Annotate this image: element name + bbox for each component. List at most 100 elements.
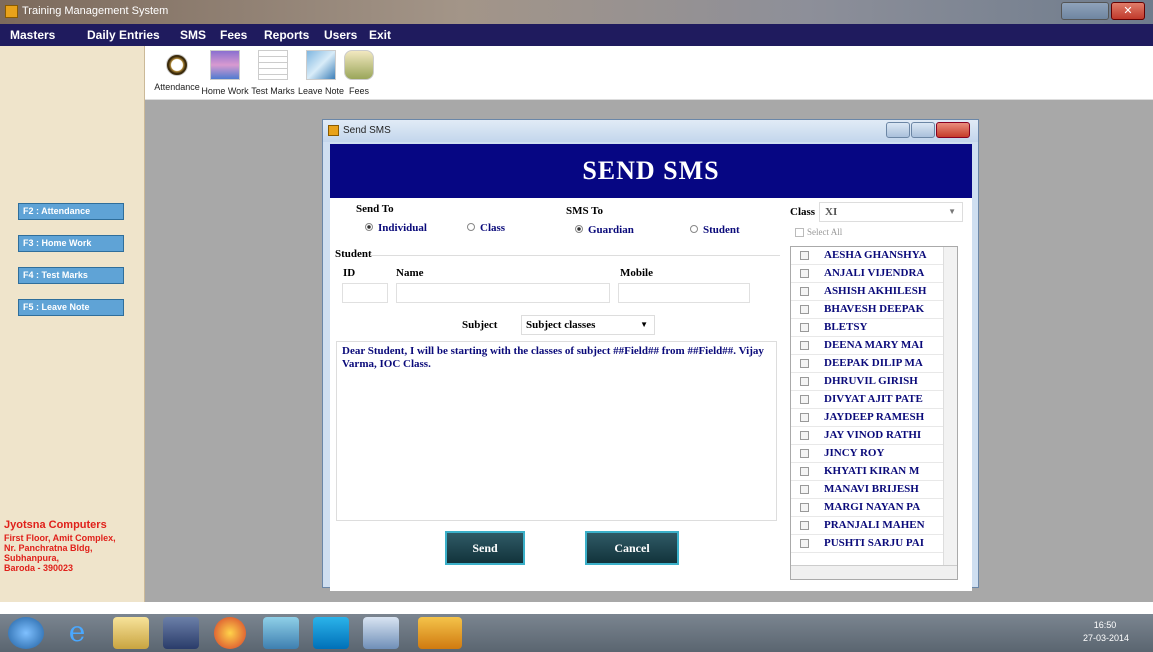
list-item[interactable]: DEENA MARY MAI bbox=[791, 337, 957, 355]
toolbar-leave-note[interactable]: Leave Note bbox=[297, 50, 345, 96]
window-app-icon[interactable] bbox=[363, 617, 399, 649]
class-label: Class bbox=[790, 206, 816, 218]
student-checkbox[interactable] bbox=[800, 269, 809, 278]
subject-value: Subject classes bbox=[526, 319, 596, 331]
f3-home-work-button[interactable]: F3 : Home Work bbox=[18, 235, 124, 252]
student-checkbox[interactable] bbox=[800, 305, 809, 314]
chevron-down-icon: ▼ bbox=[640, 320, 648, 329]
mobile-label: Mobile bbox=[620, 267, 653, 279]
ie-icon[interactable]: e bbox=[60, 617, 94, 649]
sms-form: Send To Individual Class SMS To Guardian… bbox=[330, 198, 783, 591]
chevron-down-icon: ▼ bbox=[948, 207, 956, 216]
cancel-button[interactable]: Cancel bbox=[585, 531, 679, 565]
student-checkbox[interactable] bbox=[800, 467, 809, 476]
list-item[interactable]: JAYDEEP RAMESH bbox=[791, 409, 957, 427]
checkbox-box bbox=[795, 228, 804, 238]
class-select[interactable]: XI ▼ bbox=[819, 202, 963, 222]
send-button[interactable]: Send bbox=[445, 531, 525, 565]
horizontal-scrollbar[interactable] bbox=[791, 565, 957, 579]
list-item[interactable]: KHYATI KIRAN M bbox=[791, 463, 957, 481]
vertical-scrollbar[interactable] bbox=[943, 247, 957, 565]
list-item[interactable]: ASHISH AKHILESH bbox=[791, 283, 957, 301]
list-item[interactable]: JINCY ROY bbox=[791, 445, 957, 463]
f2-attendance-button[interactable]: F2 : Attendance bbox=[18, 203, 124, 220]
dialog-titlebar: Send SMS bbox=[323, 120, 978, 142]
radio-guardian[interactable]: Guardian bbox=[575, 224, 634, 236]
list-item[interactable]: PRANJALI MAHEN bbox=[791, 517, 957, 535]
student-checkbox[interactable] bbox=[800, 359, 809, 368]
student-checkbox[interactable] bbox=[800, 341, 809, 350]
list-item[interactable]: DEEPAK DILIP MA bbox=[791, 355, 957, 373]
minimize-maximize-buttons[interactable] bbox=[1061, 2, 1109, 20]
taskbar: e 16:50 27-03-2014 bbox=[0, 614, 1153, 652]
subject-select[interactable]: Subject classes ▼ bbox=[521, 315, 655, 335]
dialog-window-controls bbox=[886, 122, 972, 138]
name-field[interactable] bbox=[396, 283, 610, 303]
list-item[interactable]: ANJALI VIJENDRA bbox=[791, 265, 957, 283]
menu-sms[interactable]: SMS bbox=[180, 24, 206, 46]
menu-exit[interactable]: Exit bbox=[369, 24, 391, 46]
toolbar-test-marks[interactable]: Test Marks bbox=[249, 50, 297, 96]
explorer-icon[interactable] bbox=[113, 617, 149, 649]
menu-reports[interactable]: Reports bbox=[264, 24, 309, 46]
menu-daily-entries[interactable]: Daily Entries bbox=[87, 24, 160, 46]
menu-fees[interactable]: Fees bbox=[220, 24, 247, 46]
student-checkbox[interactable] bbox=[800, 503, 809, 512]
name-label: Name bbox=[396, 267, 424, 279]
list-item[interactable]: JAY VINOD RATHI bbox=[791, 427, 957, 445]
list-item[interactable]: BHAVESH DEEPAK bbox=[791, 301, 957, 319]
radio-individual[interactable]: Individual bbox=[365, 222, 427, 234]
network-icon[interactable] bbox=[263, 617, 299, 649]
select-all-checkbox[interactable]: Select All bbox=[795, 227, 842, 238]
class-student-panel: Class XI ▼ Select All AESHA GHANSHYA ANJA… bbox=[783, 198, 972, 591]
f4-test-marks-button[interactable]: F4 : Test Marks bbox=[18, 267, 124, 284]
student-checkbox[interactable] bbox=[800, 323, 809, 332]
clock-time[interactable]: 16:50 bbox=[1085, 620, 1125, 630]
toolbar-fees[interactable]: Fees bbox=[339, 50, 379, 96]
id-field[interactable] bbox=[342, 283, 388, 303]
list-item[interactable]: PUSHTI SARJU PAI bbox=[791, 535, 957, 553]
toolbar-attendance[interactable]: Attendance bbox=[153, 50, 201, 92]
document-icon bbox=[258, 50, 288, 80]
dialog-maximize-button[interactable] bbox=[911, 122, 935, 138]
f5-leave-note-button[interactable]: F5 : Leave Note bbox=[18, 299, 124, 316]
dialog-minimize-button[interactable] bbox=[886, 122, 910, 138]
student-checkbox[interactable] bbox=[800, 377, 809, 386]
student-list[interactable]: AESHA GHANSHYA ANJALI VIJENDRA ASHISH AKHI… bbox=[790, 246, 958, 580]
student-checkbox[interactable] bbox=[800, 485, 809, 494]
student-checkbox[interactable] bbox=[800, 251, 809, 260]
student-checkbox[interactable] bbox=[800, 395, 809, 404]
student-checkbox[interactable] bbox=[800, 539, 809, 548]
chrome-icon[interactable] bbox=[214, 617, 246, 649]
close-button[interactable]: ✕ bbox=[1111, 2, 1145, 20]
list-item[interactable]: MANAVI BRIJESH bbox=[791, 481, 957, 499]
radio-dot bbox=[690, 225, 698, 234]
toolbar-home-work[interactable]: Home Work bbox=[201, 50, 249, 96]
student-checkbox[interactable] bbox=[800, 287, 809, 296]
menu-masters[interactable]: Masters bbox=[10, 24, 55, 46]
media-player-icon[interactable] bbox=[163, 617, 199, 649]
start-button[interactable] bbox=[8, 617, 44, 649]
mobile-field[interactable] bbox=[618, 283, 750, 303]
training-app-icon[interactable] bbox=[418, 617, 462, 649]
radio-class[interactable]: Class bbox=[467, 222, 505, 234]
class-value: XI bbox=[825, 206, 838, 218]
company-address-line: Baroda - 390023 bbox=[4, 563, 74, 573]
money-bag-icon bbox=[344, 50, 374, 80]
list-item[interactable]: DIVYAT AJIT PATE bbox=[791, 391, 957, 409]
student-checkbox[interactable] bbox=[800, 521, 809, 530]
skype-icon[interactable] bbox=[313, 617, 349, 649]
list-item[interactable]: AESHA GHANSHYA bbox=[791, 247, 957, 265]
student-checkbox[interactable] bbox=[800, 431, 809, 440]
student-checkbox[interactable] bbox=[800, 413, 809, 422]
dialog-close-button[interactable] bbox=[936, 122, 970, 138]
list-item[interactable]: MARGI NAYAN PA bbox=[791, 499, 957, 517]
radio-student[interactable]: Student bbox=[690, 224, 740, 236]
header-title: SEND SMS bbox=[582, 156, 720, 185]
list-item[interactable]: BLETSY bbox=[791, 319, 957, 337]
list-item[interactable]: DHRUVIL GIRISH bbox=[791, 373, 957, 391]
student-checkbox[interactable] bbox=[800, 449, 809, 458]
clock-date[interactable]: 27-03-2014 bbox=[1080, 633, 1132, 643]
menu-users[interactable]: Users bbox=[324, 24, 357, 46]
message-textarea[interactable]: Dear Student, I will be starting with th… bbox=[336, 341, 777, 521]
